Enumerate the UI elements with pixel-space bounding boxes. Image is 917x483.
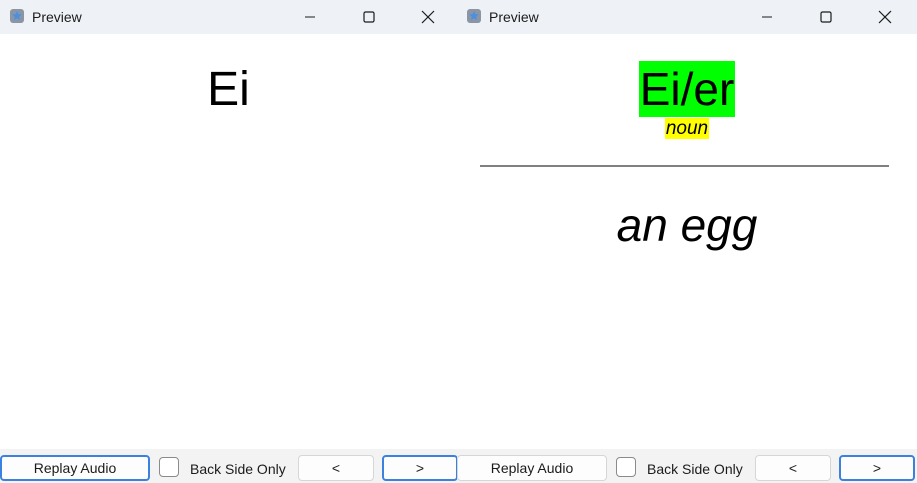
next-card-button[interactable]: >: [382, 455, 457, 481]
back-side-only-checkbox[interactable]: [616, 457, 636, 477]
previous-card-button[interactable]: <: [298, 455, 374, 481]
part-of-speech: noun: [664, 118, 710, 139]
previous-card-button[interactable]: <: [755, 455, 831, 481]
title-bar[interactable]: Preview: [0, 0, 457, 34]
replay-audio-button[interactable]: Replay Audio: [457, 455, 607, 481]
maximize-icon[interactable]: [346, 0, 392, 34]
title-bar[interactable]: Preview: [457, 0, 917, 34]
next-card-button[interactable]: >: [839, 455, 915, 481]
app-star-icon: [9, 8, 25, 24]
replay-audio-button[interactable]: Replay Audio: [0, 455, 150, 481]
vocab-word: Ei/er: [638, 61, 736, 117]
back-side-only-checkbox[interactable]: [159, 457, 179, 477]
answer-divider: [480, 165, 889, 167]
front-word: Ei: [207, 63, 250, 116]
close-icon[interactable]: [862, 0, 908, 34]
minimize-icon[interactable]: [744, 0, 790, 34]
back-side-only-label: Back Side Only: [190, 461, 286, 477]
window-title: Preview: [32, 9, 82, 25]
meaning-text: an egg: [616, 199, 758, 251]
close-icon[interactable]: [405, 0, 451, 34]
maximize-icon[interactable]: [803, 0, 849, 34]
window-title: Preview: [489, 9, 539, 25]
minimize-icon[interactable]: [287, 0, 333, 34]
preview-controls: Replay Audio Back Side Only < >: [0, 449, 457, 483]
preview-window-back: Preview Ei/er noun an egg Replay Audio B…: [457, 0, 917, 483]
back-side-only-label: Back Side Only: [647, 461, 743, 477]
preview-controls: Replay Audio Back Side Only < >: [457, 449, 917, 483]
card-front: Ei: [0, 34, 457, 449]
app-star-icon: [466, 8, 482, 24]
card-back: Ei/er noun an egg: [457, 34, 917, 449]
preview-window-front: Preview Ei Replay Audio Back Side Only <…: [0, 0, 457, 483]
